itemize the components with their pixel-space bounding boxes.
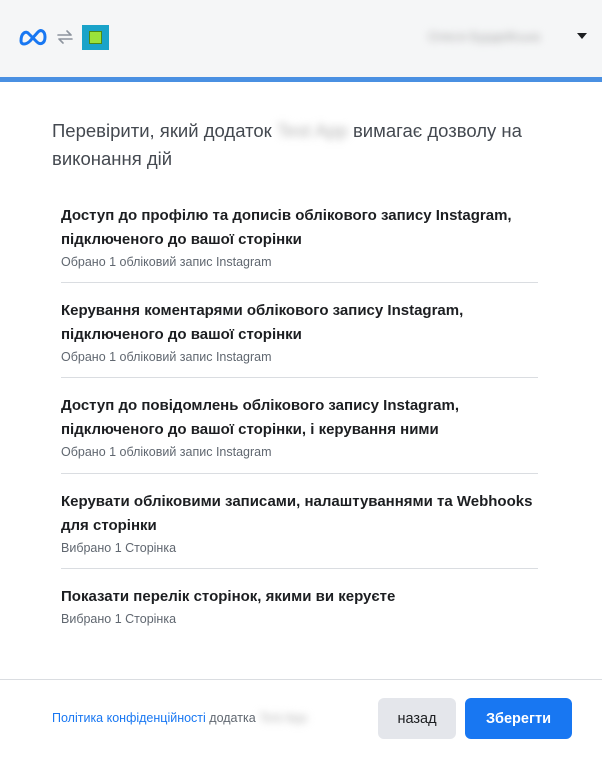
- permission-list: Доступ до профілю та дописів облікового …: [61, 204, 538, 639]
- permission-item[interactable]: Доступ до повідомлень облікового запису …: [61, 378, 538, 474]
- permission-subtitle: Обрано 1 обліковий запис Instagram: [61, 350, 272, 364]
- permission-title: Показати перелік сторінок, якими ви керу…: [61, 588, 396, 605]
- footer-divider: [0, 679, 602, 680]
- permission-subtitle: Вибрано 1 Сторінка: [61, 612, 177, 626]
- back-button[interactable]: назад: [378, 698, 456, 739]
- permission-item[interactable]: Показати перелік сторінок, якими ви керу…: [61, 569, 538, 639]
- title-text-before: Перевірити, який додаток: [52, 120, 277, 141]
- top-bar: Олеся Бурдейська: [0, 0, 602, 77]
- permission-title: Доступ до повідомлень облікового запису …: [61, 397, 460, 438]
- permission-item[interactable]: Доступ до профілю та дописів облікового …: [61, 204, 538, 283]
- meta-logo-icon: [19, 29, 47, 46]
- app-icon-square: [89, 31, 102, 44]
- account-name[interactable]: Олеся Бурдейська: [428, 29, 564, 45]
- permission-subtitle: Обрано 1 обліковий запис Instagram: [61, 445, 272, 459]
- permission-subtitle: Обрано 1 обліковий запис Instagram: [61, 255, 272, 269]
- app-icon: [82, 25, 109, 50]
- permission-title: Керування коментарями облікового запису …: [61, 302, 464, 343]
- header-accent-strip: [0, 77, 602, 82]
- privacy-policy-link[interactable]: Політика конфіденційності: [52, 711, 206, 725]
- privacy-policy-line: Політика конфіденційності додатка Test A…: [52, 710, 307, 726]
- save-button[interactable]: Зберегти: [465, 698, 572, 739]
- caret-down-icon[interactable]: [577, 33, 587, 39]
- page-title: Перевірити, який додаток Test App вимага…: [52, 117, 522, 173]
- permission-subtitle: Вибрано 1 Сторінка: [61, 541, 177, 555]
- app-name-blurred: Test App: [259, 711, 308, 725]
- permission-item[interactable]: Керувати обліковими записами, налаштуван…: [61, 474, 538, 569]
- app-name-blurred: Test App: [276, 120, 348, 141]
- swap-arrows-icon: [57, 30, 73, 44]
- privacy-policy-suffix: додатка: [205, 711, 260, 725]
- permission-title: Доступ до профілю та дописів облікового …: [61, 207, 512, 248]
- permission-item[interactable]: Керування коментарями облікового запису …: [61, 283, 538, 378]
- permission-title: Керувати обліковими записами, налаштуван…: [61, 493, 533, 534]
